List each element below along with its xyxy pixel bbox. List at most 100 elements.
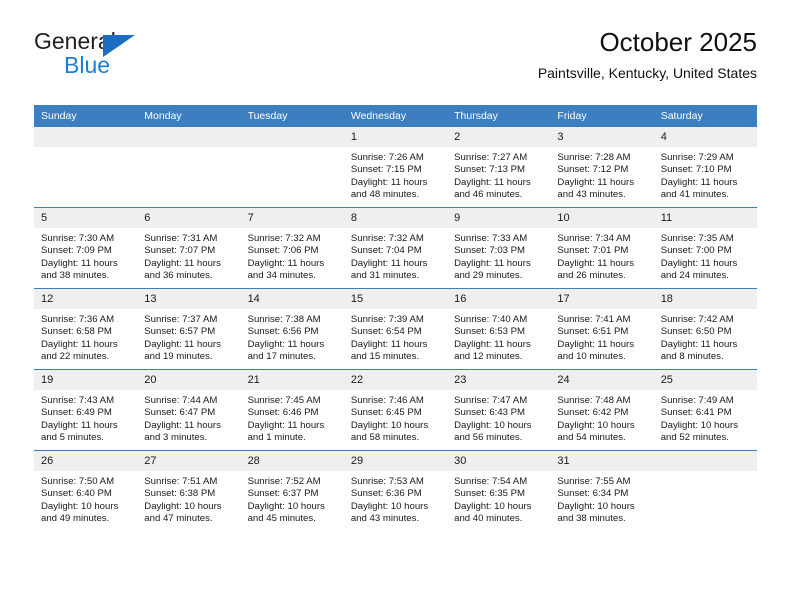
- calendar-day-cell[interactable]: 1 Sunrise: 7:26 AM Sunset: 7:15 PM Daylight…: [343, 127, 448, 208]
- calendar-day-cell[interactable]: 27 Sunrise: 7:51 AM Sunset: 6:38 PM Dayligh…: [137, 450, 241, 531]
- weekday-header-wednesday: Wednesday: [343, 105, 448, 127]
- day-number: 30: [447, 451, 551, 471]
- calendar-day-cell[interactable]: 26 Sunrise: 7:50 AM Sunset: 6:40 PM Dayligh…: [34, 450, 138, 531]
- weekday-header-monday: Monday: [137, 105, 241, 127]
- calendar-day-cell[interactable]: 10 Sunrise: 7:34 AM Sunset: 7:01 PM Dayligh…: [550, 207, 654, 289]
- calendar-day-cell[interactable]: 2 Sunrise: 7:27 AM Sunset: 7:13 PM Daylight…: [447, 127, 551, 208]
- day-number: 19: [34, 370, 138, 390]
- daylight-text: Daylight: 11 hours and 1 minute.: [247, 419, 325, 444]
- day-details: Sunrise: 7:38 AM Sunset: 6:56 PM Daylight:…: [241, 309, 344, 364]
- day-details: Sunrise: 7:30 AM Sunset: 7:09 PM Daylight:…: [34, 228, 137, 283]
- daylight-text: Daylight: 11 hours and 17 minutes.: [247, 338, 325, 363]
- calendar-day-cell[interactable]: 24 Sunrise: 7:48 AM Sunset: 6:42 PM Dayligh…: [550, 369, 654, 451]
- daylight-text: Daylight: 10 hours and 45 minutes.: [247, 500, 325, 525]
- calendar-day-cell-empty: [653, 450, 757, 531]
- page-subtitle: Paintsville, Kentucky, United States: [537, 65, 757, 81]
- day-number: [240, 127, 344, 147]
- calendar-day-cell[interactable]: 28 Sunrise: 7:52 AM Sunset: 6:37 PM Dayligh…: [240, 450, 344, 531]
- sunset-text: Sunset: 6:41 PM: [660, 407, 732, 419]
- day-details: Sunrise: 7:52 AM Sunset: 6:37 PM Daylight:…: [241, 471, 344, 526]
- sunrise-text: Sunrise: 7:42 AM: [660, 314, 734, 325]
- weekday-header-friday: Friday: [550, 105, 654, 127]
- day-number: [34, 127, 138, 147]
- calendar-day-cell[interactable]: 3 Sunrise: 7:28 AM Sunset: 7:12 PM Daylight…: [550, 127, 654, 208]
- day-details: Sunrise: 7:37 AM Sunset: 6:57 PM Daylight:…: [137, 309, 240, 364]
- calendar-day-cell[interactable]: 22 Sunrise: 7:46 AM Sunset: 6:45 PM Dayligh…: [343, 369, 448, 451]
- day-details: Sunrise: 7:35 AM Sunset: 7:00 PM Daylight:…: [654, 228, 757, 283]
- sunrise-text: Sunrise: 7:43 AM: [41, 395, 115, 406]
- calendar-day-cell[interactable]: 31 Sunrise: 7:55 AM Sunset: 6:34 PM Dayligh…: [550, 450, 654, 531]
- calendar-day-cell[interactable]: 19 Sunrise: 7:43 AM Sunset: 6:49 PM Dayligh…: [34, 369, 138, 451]
- day-number: 1: [343, 127, 448, 147]
- calendar-day-cell[interactable]: 12 Sunrise: 7:36 AM Sunset: 6:58 PM Dayligh…: [34, 288, 138, 370]
- sunset-text: Sunset: 6:54 PM: [350, 326, 422, 338]
- calendar-day-cell[interactable]: 14 Sunrise: 7:38 AM Sunset: 6:56 PM Dayligh…: [240, 288, 344, 370]
- calendar-day-cell[interactable]: 15 Sunrise: 7:39 AM Sunset: 6:54 PM Dayligh…: [343, 288, 448, 370]
- day-number: 11: [653, 208, 757, 228]
- calendar-day-cell[interactable]: 8 Sunrise: 7:32 AM Sunset: 7:04 PM Daylight…: [343, 207, 448, 289]
- calendar-day-cell[interactable]: 5 Sunrise: 7:30 AM Sunset: 7:09 PM Daylight…: [34, 207, 138, 289]
- weekday-header-tuesday: Tuesday: [240, 105, 344, 127]
- calendar-day-cell[interactable]: 16 Sunrise: 7:40 AM Sunset: 6:53 PM Dayligh…: [447, 288, 551, 370]
- calendar-day-cell[interactable]: 17 Sunrise: 7:41 AM Sunset: 6:51 PM Dayligh…: [550, 288, 654, 370]
- daylight-text: Daylight: 11 hours and 24 minutes.: [660, 257, 738, 282]
- sunrise-text: Sunrise: 7:38 AM: [247, 314, 321, 325]
- day-number: [653, 451, 757, 471]
- sunrise-text: Sunrise: 7:33 AM: [454, 233, 528, 244]
- daylight-text: Daylight: 11 hours and 43 minutes.: [557, 176, 635, 201]
- sunset-text: Sunset: 6:50 PM: [660, 326, 732, 338]
- calendar-day-cell[interactable]: 18 Sunrise: 7:42 AM Sunset: 6:50 PM Dayligh…: [653, 288, 757, 370]
- daylight-text: Daylight: 11 hours and 26 minutes.: [557, 257, 635, 282]
- sunrise-text: Sunrise: 7:53 AM: [350, 476, 424, 487]
- sunrise-text: Sunrise: 7:47 AM: [454, 395, 528, 406]
- sunrise-text: Sunrise: 7:34 AM: [557, 233, 631, 244]
- sunset-text: Sunset: 6:47 PM: [144, 407, 216, 419]
- day-number: 29: [343, 451, 448, 471]
- calendar-day-cell[interactable]: 25 Sunrise: 7:49 AM Sunset: 6:41 PM Dayligh…: [653, 369, 757, 451]
- sunset-text: Sunset: 6:37 PM: [247, 488, 319, 500]
- general-blue-logo[interactable]: General Blue: [34, 26, 254, 86]
- day-details: Sunrise: 7:39 AM Sunset: 6:54 PM Daylight:…: [344, 309, 447, 364]
- sunrise-text: Sunrise: 7:31 AM: [144, 233, 218, 244]
- sunset-text: Sunset: 6:58 PM: [41, 326, 112, 338]
- sunset-text: Sunset: 6:53 PM: [454, 326, 526, 338]
- day-number: 7: [240, 208, 344, 228]
- calendar-day-cell[interactable]: 23 Sunrise: 7:47 AM Sunset: 6:43 PM Dayligh…: [447, 369, 551, 451]
- sunset-text: Sunset: 7:04 PM: [350, 245, 422, 257]
- day-number: 23: [447, 370, 551, 390]
- day-number: 13: [137, 289, 241, 309]
- day-number: 28: [240, 451, 344, 471]
- sunrise-text: Sunrise: 7:44 AM: [144, 395, 218, 406]
- calendar-day-cell[interactable]: 6 Sunrise: 7:31 AM Sunset: 7:07 PM Daylight…: [137, 207, 241, 289]
- sunset-text: Sunset: 6:43 PM: [454, 407, 526, 419]
- day-details: Sunrise: 7:26 AM Sunset: 7:15 PM Daylight:…: [344, 147, 447, 202]
- calendar-day-cell[interactable]: 29 Sunrise: 7:53 AM Sunset: 6:36 PM Dayligh…: [343, 450, 448, 531]
- day-details: Sunrise: 7:40 AM Sunset: 6:53 PM Daylight:…: [447, 309, 550, 364]
- day-details: Sunrise: 7:45 AM Sunset: 6:46 PM Daylight:…: [241, 390, 344, 445]
- sunrise-text: Sunrise: 7:51 AM: [144, 476, 218, 487]
- calendar-day-cell[interactable]: 20 Sunrise: 7:44 AM Sunset: 6:47 PM Dayligh…: [137, 369, 241, 451]
- calendar-day-cell[interactable]: 13 Sunrise: 7:37 AM Sunset: 6:57 PM Dayligh…: [137, 288, 241, 370]
- title-block: October 2025 Paintsville, Kentucky, Unit…: [538, 26, 757, 83]
- daylight-text: Daylight: 11 hours and 10 minutes.: [557, 338, 635, 363]
- calendar-day-cell-empty: [240, 127, 344, 208]
- day-details: Sunrise: 7:48 AM Sunset: 6:42 PM Daylight:…: [550, 390, 653, 445]
- day-details: Sunrise: 7:47 AM Sunset: 6:43 PM Daylight:…: [447, 390, 550, 445]
- calendar-day-cell[interactable]: 9 Sunrise: 7:33 AM Sunset: 7:03 PM Daylight…: [447, 207, 551, 289]
- day-number: 5: [34, 208, 138, 228]
- calendar-day-cell[interactable]: 11 Sunrise: 7:35 AM Sunset: 7:00 PM Dayligh…: [653, 207, 757, 289]
- sunrise-text: Sunrise: 7:40 AM: [454, 314, 528, 325]
- weekday-header-row: Sunday Monday Tuesday Wednesday Thursday Frid…: [34, 105, 757, 127]
- sunset-text: Sunset: 6:56 PM: [247, 326, 319, 338]
- sunrise-text: Sunrise: 7:30 AM: [41, 233, 115, 244]
- calendar-day-cell[interactable]: 7 Sunrise: 7:32 AM Sunset: 7:06 PM Daylight…: [240, 207, 344, 289]
- daylight-text: Daylight: 10 hours and 47 minutes.: [144, 500, 222, 525]
- daylight-text: Daylight: 10 hours and 38 minutes.: [557, 500, 635, 525]
- calendar-day-cell[interactable]: 30 Sunrise: 7:54 AM Sunset: 6:35 PM Dayligh…: [447, 450, 551, 531]
- sunset-text: Sunset: 6:49 PM: [41, 407, 112, 419]
- day-number: 16: [447, 289, 551, 309]
- day-details: Sunrise: 7:54 AM Sunset: 6:35 PM Daylight:…: [447, 471, 550, 526]
- calendar-day-cell[interactable]: 4 Sunrise: 7:29 AM Sunset: 7:10 PM Daylight…: [653, 127, 757, 208]
- sunrise-text: Sunrise: 7:29 AM: [660, 152, 734, 163]
- calendar-day-cell[interactable]: 21 Sunrise: 7:45 AM Sunset: 6:46 PM Dayligh…: [240, 369, 344, 451]
